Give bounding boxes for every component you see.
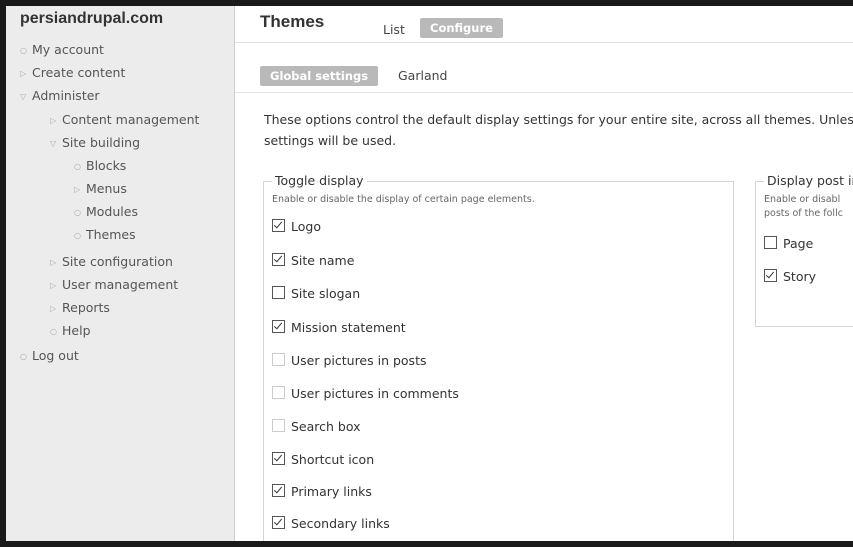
checkbox-disabled-icon[interactable] <box>272 353 285 366</box>
collapsed-arrow-icon: ▷ <box>50 304 57 313</box>
tab-list[interactable]: List <box>383 22 405 37</box>
divider <box>235 92 853 93</box>
checkbox-unchecked-icon[interactable] <box>764 236 777 249</box>
nav-site-configuration[interactable]: ▷ Site configuration <box>50 254 173 269</box>
leaf-bullet-icon: ○ <box>74 208 81 217</box>
divider <box>235 42 853 43</box>
nav-blocks[interactable]: ○ Blocks <box>74 158 126 173</box>
collapsed-arrow-icon: ▷ <box>50 258 57 267</box>
toggle-display-fieldset: Toggle display Enable or disable the dis… <box>263 173 734 541</box>
leaf-bullet-icon: ○ <box>74 231 81 240</box>
checkbox-checked-icon[interactable] <box>272 452 285 465</box>
page-title: Themes <box>260 12 325 31</box>
browser-viewport: persiandrupal.com ○ My account ▷ Create co… <box>6 6 853 541</box>
checkbox-user-pictures-comments[interactable]: User pictures in comments <box>272 386 459 401</box>
leaf-bullet-icon: ○ <box>74 162 81 171</box>
nav-administer[interactable]: ▽ Administer <box>20 88 100 103</box>
checkbox-story[interactable]: Story <box>764 269 816 284</box>
display-post-description-line1: Enable or disabl <box>764 194 841 205</box>
checkbox-secondary-links[interactable]: Secondary links <box>272 516 390 531</box>
display-post-description-line2: posts of the follc <box>764 208 843 219</box>
checkbox-page[interactable]: Page <box>764 236 813 251</box>
checkbox-shortcut-icon[interactable]: Shortcut icon <box>272 452 374 467</box>
toggle-display-description: Enable or disable the display of certain… <box>272 194 535 205</box>
nav-modules[interactable]: ○ Modules <box>74 204 138 219</box>
checkbox-user-pictures-posts[interactable]: User pictures in posts <box>272 353 427 368</box>
checkbox-disabled-icon[interactable] <box>272 419 285 432</box>
tab-configure[interactable]: Configure <box>420 18 503 38</box>
nav-content-management[interactable]: ▷ Content management <box>50 112 199 127</box>
checkbox-mission-statement[interactable]: Mission statement <box>272 320 406 335</box>
nav-menus[interactable]: ▷ Menus <box>74 181 127 196</box>
nav-help[interactable]: ○ Help <box>50 323 91 338</box>
collapsed-arrow-icon: ▷ <box>74 185 81 194</box>
nav-themes[interactable]: ○ Themes <box>74 227 136 242</box>
display-post-info-fieldset: Display post ir Enable or disabl posts o… <box>755 173 853 327</box>
checkbox-checked-icon[interactable] <box>764 269 777 282</box>
leaf-bullet-icon: ○ <box>50 327 57 336</box>
main-content: Themes List Configure Global settings Ga… <box>235 6 853 541</box>
site-name[interactable]: persiandrupal.com <box>20 10 163 28</box>
checkbox-site-slogan[interactable]: Site slogan <box>272 286 360 301</box>
sidebar: persiandrupal.com ○ My account ▷ Create co… <box>6 6 235 541</box>
settings-description: These options control the default displa… <box>264 112 853 148</box>
display-post-legend: Display post ir <box>764 173 853 188</box>
subtab-global-settings[interactable]: Global settings <box>260 66 379 86</box>
nav-log-out[interactable]: ○ Log out <box>20 348 79 363</box>
expanded-arrow-icon: ▽ <box>20 92 27 101</box>
nav-create-content[interactable]: ▷ Create content <box>20 65 125 80</box>
checkbox-unchecked-icon[interactable] <box>272 286 285 299</box>
checkbox-checked-icon[interactable] <box>272 320 285 333</box>
checkbox-disabled-icon[interactable] <box>272 386 285 399</box>
checkbox-primary-links[interactable]: Primary links <box>272 484 372 499</box>
checkbox-checked-icon[interactable] <box>272 253 285 266</box>
checkbox-logo[interactable]: Logo <box>272 219 321 234</box>
subtab-garland[interactable]: Garland <box>398 68 447 83</box>
expanded-arrow-icon: ▽ <box>50 139 57 148</box>
nav-my-account[interactable]: ○ My account <box>20 42 104 57</box>
checkbox-checked-icon[interactable] <box>272 516 285 529</box>
checkbox-checked-icon[interactable] <box>272 219 285 232</box>
nav-site-building[interactable]: ▽ Site building <box>50 135 140 150</box>
collapsed-arrow-icon: ▷ <box>50 116 57 125</box>
nav-reports[interactable]: ▷ Reports <box>50 300 110 315</box>
checkbox-site-name[interactable]: Site name <box>272 253 354 268</box>
nav-user-management[interactable]: ▷ User management <box>50 277 178 292</box>
leaf-bullet-icon: ○ <box>20 352 27 361</box>
collapsed-arrow-icon: ▷ <box>50 281 57 290</box>
toggle-display-legend: Toggle display <box>272 173 367 188</box>
checkbox-search-box[interactable]: Search box <box>272 419 361 434</box>
leaf-bullet-icon: ○ <box>20 46 27 55</box>
collapsed-arrow-icon: ▷ <box>20 69 27 78</box>
checkbox-checked-icon[interactable] <box>272 484 285 497</box>
